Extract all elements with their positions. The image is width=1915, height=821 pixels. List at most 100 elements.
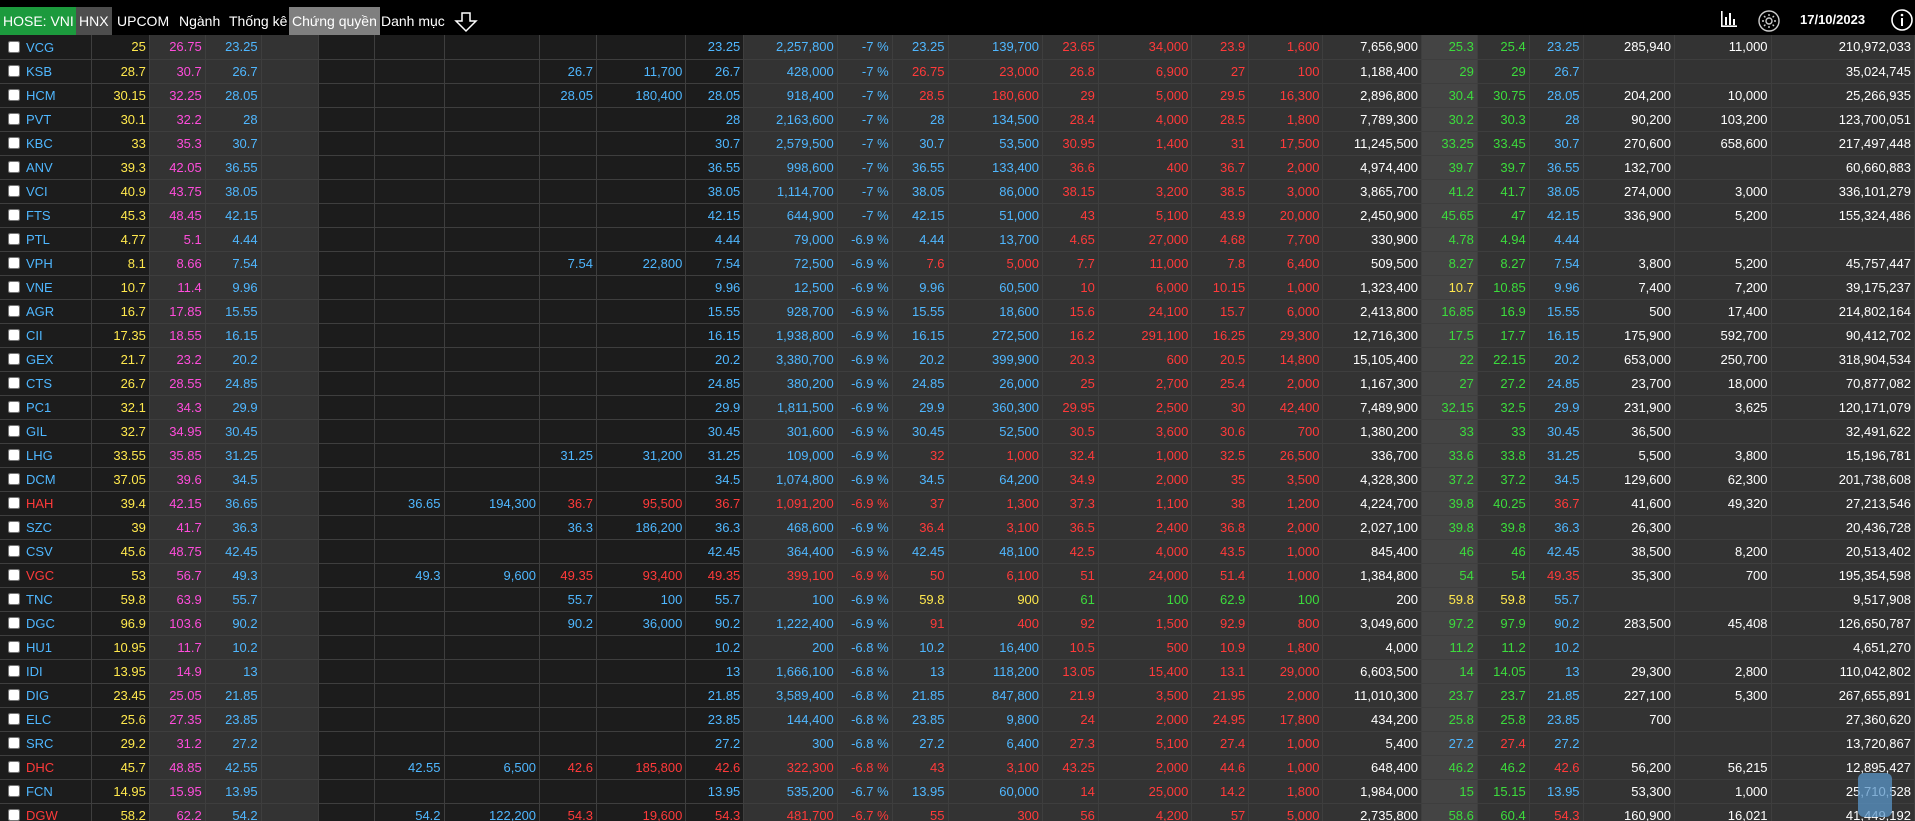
stock-symbol[interactable]: TNC [26,592,53,607]
stock-symbol[interactable]: DHC [26,760,54,775]
row-checkbox[interactable] [8,520,20,533]
row-checkbox[interactable] [8,160,20,173]
stock-symbol[interactable]: LHG [26,448,53,463]
row-checkbox[interactable] [8,592,20,605]
row-checkbox[interactable] [8,760,20,773]
symbol-cell[interactable]: SRC [0,731,92,756]
stock-symbol[interactable]: FCN [26,784,53,799]
symbol-cell[interactable]: FCN [0,779,92,804]
tab-hnx[interactable]: HNX [76,7,112,35]
tab-hose-vni[interactable]: HOSE: VNI [0,7,77,35]
stock-symbol[interactable]: CTS [26,376,52,391]
stock-symbol[interactable]: SZC [26,520,52,535]
stock-symbol[interactable]: AGR [26,304,54,319]
row-checkbox[interactable] [8,664,20,677]
symbol-cell[interactable]: PC1 [0,395,92,420]
symbol-cell[interactable]: CSV [0,539,92,564]
chat-bubble-icon[interactable] [1858,773,1892,817]
row-checkbox[interactable] [8,304,20,317]
stock-symbol[interactable]: DGW [26,808,58,821]
stock-symbol[interactable]: ANV [26,160,53,175]
table-row[interactable]: GEX 21.7 23.2 20.2 20.2 3,380,700 -6.9 % 20.2 39… [0,347,1915,372]
symbol-cell[interactable]: TNC [0,587,92,612]
table-row[interactable]: IDI 13.95 14.9 13 13 1,666,100 -6.8 % 13 118,200… [0,659,1915,684]
stock-symbol[interactable]: HU1 [26,640,52,655]
table-row[interactable]: HAH 39.4 42.15 36.65 36.65 194,300 36.7 95,500 3… [0,491,1915,516]
row-checkbox[interactable] [8,256,20,269]
table-row[interactable]: FCN 14.95 15.95 13.95 13.95 535,200 -6.7 % 13.9… [0,779,1915,804]
table-row[interactable]: GIL 32.7 34.95 30.45 30.45 301,600 -6.9 % 30.45… [0,419,1915,444]
table-row[interactable]: PVT 30.1 32.2 28 28 2,163,600 -7 % 28 134,500 28.… [0,107,1915,132]
row-checkbox[interactable] [8,616,20,629]
stock-symbol[interactable]: DGC [26,616,55,631]
table-row[interactable]: VNE 10.7 11.4 9.96 9.96 12,500 -6.9 % 9.96 60,50… [0,275,1915,300]
symbol-cell[interactable]: CII [0,323,92,348]
table-row[interactable]: DGC 96.9 103.6 90.2 90.2 36,000 90.2 1,222,400-… [0,611,1915,636]
symbol-cell[interactable]: HCM [0,83,92,108]
symbol-cell[interactable]: VCI [0,179,92,204]
row-checkbox[interactable] [8,280,20,293]
symbol-cell[interactable]: KSB [0,59,92,84]
table-row[interactable]: DIG 23.45 25.05 21.85 21.85 3,589,400 -6.8 % 21… [0,683,1915,708]
table-row[interactable]: HCM 30.15 32.25 28.05 28.05 180,400 28.05 918,4… [0,83,1915,108]
table-row[interactable]: SZC 39 41.7 36.3 36.3 186,200 36.3 468,600 -6.9 … [0,515,1915,540]
table-row[interactable]: VCI 40.9 43.75 38.05 38.05 1,114,700 -7 % 38.05… [0,179,1915,204]
row-checkbox[interactable] [8,736,20,749]
row-checkbox[interactable] [8,64,20,77]
row-checkbox[interactable] [8,352,20,365]
table-row[interactable]: VGC 53 56.7 49.3 49.3 9,600 49.35 93,400 49.35 39… [0,563,1915,588]
stock-symbol[interactable]: DIG [26,688,49,703]
stock-symbol[interactable]: HAH [26,496,53,511]
tab-th-ng-k-[interactable]: Thống kê [226,7,290,35]
symbol-cell[interactable]: PVT [0,107,92,132]
row-checkbox[interactable] [8,496,20,509]
table-row[interactable]: CSV 45.6 48.75 42.45 42.45 364,400 -6.9 % 42.45… [0,539,1915,564]
symbol-cell[interactable]: ELC [0,707,92,732]
table-row[interactable]: DGW 58.2 62.2 54.2 54.2 122,200 54.3 19,600 54.3… [0,803,1915,821]
symbol-cell[interactable]: DHC [0,755,92,780]
symbol-cell[interactable]: DIG [0,683,92,708]
download-arrow-icon[interactable] [453,11,479,33]
tab-danh-m-c[interactable]: Danh mục [378,7,448,35]
stock-symbol[interactable]: GEX [26,352,53,367]
info-icon[interactable] [1890,8,1914,32]
symbol-cell[interactable]: FTS [0,203,92,228]
row-checkbox[interactable] [8,328,20,341]
stock-symbol[interactable]: DCM [26,472,56,487]
stock-symbol[interactable]: ELC [26,712,51,727]
stock-symbol[interactable]: KBC [26,136,53,151]
symbol-cell[interactable]: HAH [0,491,92,516]
table-row[interactable]: VCG 25 26.75 23.25 23.25 2,257,800 -7 % 23.25 13… [0,35,1915,60]
table-row[interactable]: PC1 32.1 34.3 29.9 29.9 1,811,500 -6.9 % 29.9 36… [0,395,1915,420]
symbol-cell[interactable]: VPH [0,251,92,276]
stock-symbol[interactable]: PC1 [26,400,51,415]
bar-chart-icon[interactable] [1719,9,1739,29]
table-row[interactable]: ELC 25.6 27.35 23.85 23.85 144,400 -6.8 % 23.85… [0,707,1915,732]
table-row[interactable]: FTS 45.3 48.45 42.15 42.15 644,900 -7 % 42.15 51… [0,203,1915,228]
stock-symbol[interactable]: CSV [26,544,53,559]
stock-symbol[interactable]: CII [26,328,43,343]
stock-symbol[interactable]: GIL [26,424,47,439]
symbol-cell[interactable]: VNE [0,275,92,300]
row-checkbox[interactable] [8,568,20,581]
gear-icon[interactable] [1757,9,1781,33]
row-checkbox[interactable] [8,88,20,101]
table-row[interactable]: SRC 29.2 31.2 27.2 27.2 300 -6.8 % 27.2 6,400 27.… [0,731,1915,756]
row-checkbox[interactable] [8,808,20,821]
table-row[interactable]: CII 17.35 18.55 16.15 16.15 1,938,800 -6.9 % 16… [0,323,1915,348]
table-row[interactable]: LHG 33.55 35.85 31.25 31.25 31,200 31.25 109,00… [0,443,1915,468]
table-row[interactable]: PTL 4.77 5.1 4.44 4.44 79,000 -6.9 % 4.44 13,700… [0,227,1915,252]
table-row[interactable]: HU1 10.95 11.7 10.2 10.2 200 -6.8 % 10.2 16,400 1… [0,635,1915,660]
row-checkbox[interactable] [8,208,20,221]
stock-symbol[interactable]: PTL [26,232,50,247]
symbol-cell[interactable]: LHG [0,443,92,468]
symbol-cell[interactable]: VCG [0,35,92,60]
row-checkbox[interactable] [8,424,20,437]
stock-symbol[interactable]: HCM [26,88,56,103]
row-checkbox[interactable] [8,232,20,245]
symbol-cell[interactable]: IDI [0,659,92,684]
symbol-cell[interactable]: HU1 [0,635,92,660]
symbol-cell[interactable]: CTS [0,371,92,396]
symbol-cell[interactable]: AGR [0,299,92,324]
row-checkbox[interactable] [8,784,20,797]
